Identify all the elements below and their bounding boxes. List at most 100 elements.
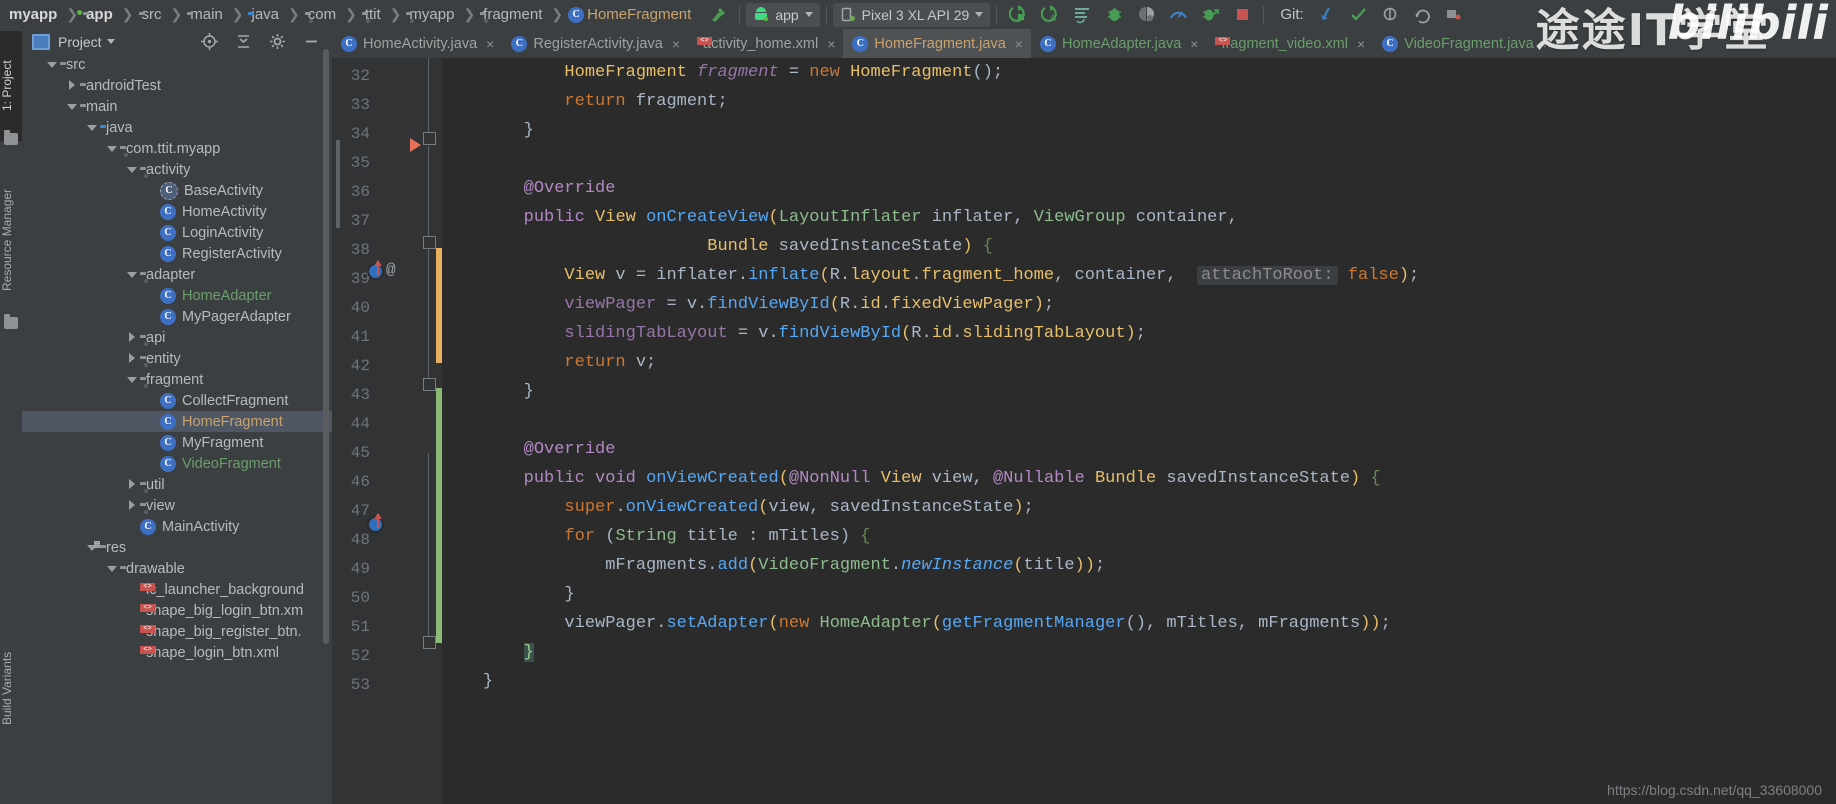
chevron-down-icon[interactable] [106,39,115,44]
code-line[interactable]: for (String title : mTitles) { [442,522,1836,551]
hide-panel-button[interactable] [296,30,326,54]
tree-node-res[interactable]: res [22,537,332,558]
code-line[interactable]: @Override [442,174,1836,203]
tree-node-src[interactable]: src [22,54,332,75]
tree-node-view[interactable]: view [22,495,332,516]
code-line[interactable]: } [442,667,1836,696]
close-icon[interactable]: × [1015,36,1023,52]
project-tree-scrollbar[interactable] [323,49,329,644]
chevron-down-icon[interactable] [124,165,140,175]
code-editor[interactable]: 32 33 34 35 36 37 38 39 40 41 42 43 44 45 46 47 48 49 50 51… [332,58,1836,804]
chevron-down-icon[interactable] [64,102,80,112]
close-icon[interactable]: × [827,36,835,52]
fold-collapse-marker[interactable] [423,378,436,391]
chevron-right-icon[interactable] [124,352,140,365]
profiler-button[interactable] [1163,3,1193,27]
code-line[interactable]: public void onViewCreated(@NonNull View … [442,464,1836,493]
editor-tab-homeactivity-java[interactable]: C HomeActivity.java × [332,29,502,58]
build-hammer-button[interactable] [703,3,733,27]
code-line[interactable]: @Override [442,435,1836,464]
close-icon[interactable]: × [672,36,680,52]
code-line[interactable]: return fragment; [442,87,1836,116]
chevron-down-icon[interactable] [124,270,140,280]
vcs-commit-button[interactable] [1344,3,1374,27]
code-line[interactable]: slidingTabLayout = v.findViewById(R.id.s… [442,319,1836,348]
tree-node-shape-big-login-btn-xm[interactable]: shape_big_login_btn.xm [22,600,332,621]
tree-node-shape-big-register-btn-[interactable]: shape_big_register_btn. [22,621,332,642]
chevron-right-icon[interactable] [124,331,140,344]
code-line[interactable]: } [442,377,1836,406]
chevron-down-icon[interactable] [44,60,60,70]
code-line[interactable]: } [442,116,1836,145]
tree-node-registeractivity[interactable]: C RegisterActivity [22,243,332,264]
project-tree[interactable]: src androidTest main java com.ttit.myapp acti… [22,54,332,804]
tree-node-homefragment[interactable]: C HomeFragment [22,411,332,432]
breadcrumb-item-java[interactable]: java [246,0,285,29]
tree-node-entity[interactable]: entity [22,348,332,369]
breadcrumb-item-fragment[interactable]: fragment [478,0,548,29]
run-button[interactable] [1003,3,1033,27]
breadcrumb-item-myapp[interactable]: myapp [4,0,63,29]
tree-node-homeactivity[interactable]: C HomeActivity [22,201,332,222]
vcs-rollback-button[interactable] [1440,3,1470,27]
close-icon[interactable]: × [1357,36,1365,52]
tree-node-loginactivity[interactable]: C LoginActivity [22,222,332,243]
stop-button[interactable] [1227,3,1257,27]
code-line[interactable]: } [442,580,1836,609]
chevron-right-icon[interactable] [124,478,140,491]
tree-node-videofragment[interactable]: C VideoFragment [22,453,332,474]
breadcrumb-item-myapp[interactable]: myapp [404,0,460,29]
tree-node-baseactivity[interactable]: C BaseActivity [22,180,332,201]
code-line[interactable]: } [442,638,1836,667]
vcs-update-button[interactable] [1312,3,1342,27]
breadcrumb-item-main[interactable]: main [185,0,229,29]
code-line[interactable]: public View onCreateView(LayoutInflater … [442,203,1836,232]
editor-tab-bar[interactable]: C HomeActivity.java × C RegisterActivity.jav… [332,29,1836,58]
editor-tab-homeadapter-java[interactable]: C HomeAdapter.java × [1031,29,1206,58]
breadcrumb-item-com[interactable]: com [303,0,342,29]
editor-tab-videofragment-java[interactable]: C VideoFragment.java × [1373,29,1559,58]
chevron-down-icon[interactable] [84,123,100,133]
breadcrumb-item-ttit[interactable]: ttit [360,0,387,29]
logcat-button[interactable] [1067,3,1097,27]
tree-node-main[interactable]: main [22,96,332,117]
breadcrumb-item-homefragment[interactable]: C HomeFragment [566,0,697,29]
code-line[interactable] [442,145,1836,174]
sidebar-item-project[interactable]: 1: Project [0,31,22,141]
fold-collapse-marker[interactable] [423,236,436,249]
tree-node-fragment[interactable]: fragment [22,369,332,390]
tree-node-mainactivity[interactable]: C MainActivity [22,516,332,537]
editor-tab-homefragment-java[interactable]: C HomeFragment.java × [843,29,1031,58]
fold-collapse-marker[interactable] [423,636,436,649]
editor-gutter[interactable]: 32 33 34 35 36 37 38 39 40 41 42 43 44 45 46 47 48 49 50 51… [332,58,442,804]
attach-debugger-button[interactable] [1195,3,1225,27]
close-icon[interactable]: × [1543,36,1551,52]
scroll-from-source-button[interactable] [194,30,224,54]
chevron-right-icon[interactable] [124,499,140,512]
tree-node-ic-launcher-background[interactable]: ic_launcher_background [22,579,332,600]
close-icon[interactable]: × [1190,36,1198,52]
code-line[interactable]: View v = inflater.inflate(R.layout.fragm… [442,261,1836,290]
code-line[interactable]: Bundle savedInstanceState) { [442,232,1836,261]
debug-button[interactable] [1099,3,1129,27]
sidebar-item-resource-manager[interactable]: Resource Manager [0,159,22,321]
vcs-push-button[interactable] [1376,3,1406,27]
tree-node-api[interactable]: api [22,327,332,348]
chevron-right-icon[interactable] [64,79,80,92]
chevron-down-icon[interactable] [104,564,120,574]
run-marker-icon[interactable] [410,138,421,152]
tree-node-homeadapter[interactable]: C HomeAdapter [22,285,332,306]
tree-node-collectfragment[interactable]: C CollectFragment [22,390,332,411]
code-line[interactable]: viewPager.setAdapter(new HomeAdapter(get… [442,609,1836,638]
module-selector[interactable]: app [746,2,820,27]
sidebar-item-build-variants[interactable]: Build Variants [0,617,22,759]
tree-node-com-ttit-myapp[interactable]: com.ttit.myapp [22,138,332,159]
breadcrumb[interactable]: myapp ❯ app ❯ src ❯ main ❯ java ❯ com ❯ ttit ❯ myapp ❯ f… [0,0,697,29]
device-selector[interactable]: Pixel 3 XL API 29 [832,2,991,27]
tree-node-myfragment[interactable]: C MyFragment [22,432,332,453]
vcs-history-button[interactable] [1408,3,1438,27]
breadcrumb-item-app[interactable]: app [81,0,119,29]
tree-node-androidtest[interactable]: androidTest [22,75,332,96]
editor-tab-fragment-video-xml[interactable]: fragment_video.xml × [1206,29,1373,58]
tree-node-mypageradapter[interactable]: C MyPagerAdapter [22,306,332,327]
